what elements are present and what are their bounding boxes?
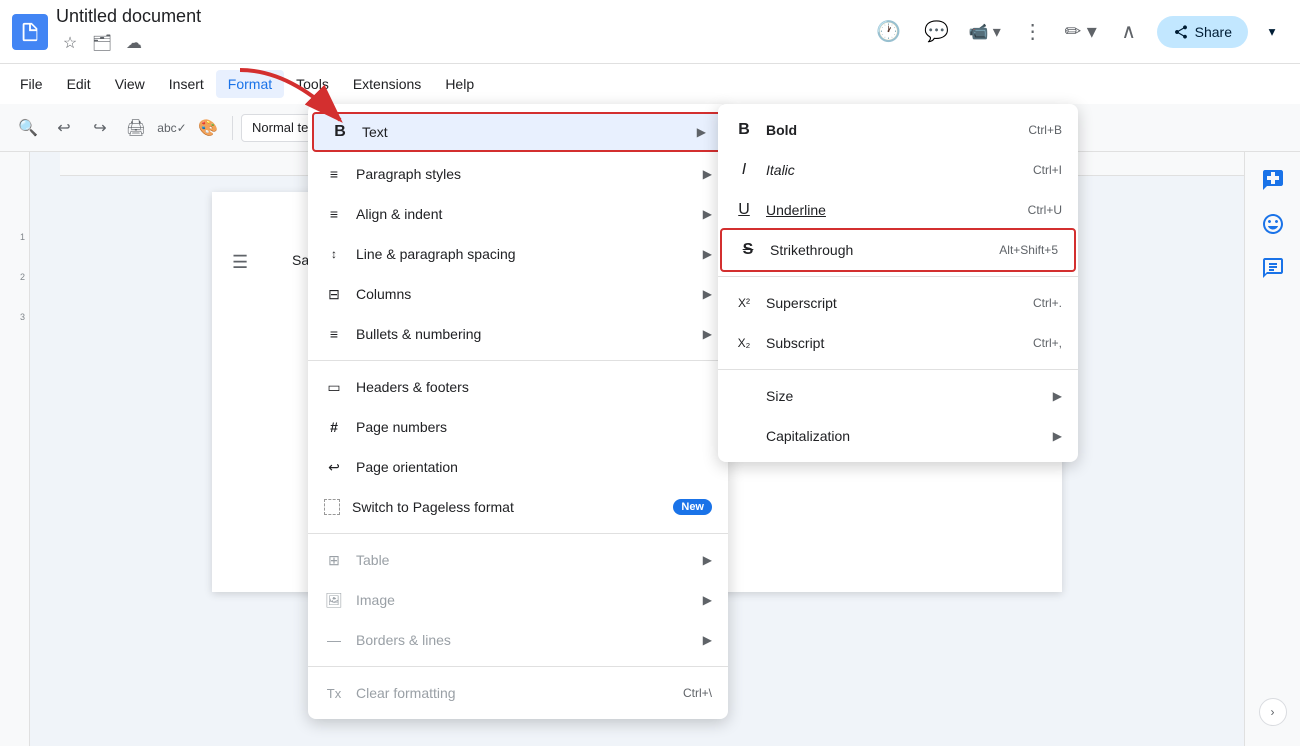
sidebar-spacer: › xyxy=(1245,292,1300,746)
print-button[interactable]: 🖨 xyxy=(120,112,152,144)
doc-page[interactable]: ☰ Sample xyxy=(212,192,1062,592)
share-button[interactable]: Share xyxy=(1157,16,1248,48)
style-select[interactable]: Normal text xyxy=(241,114,342,142)
menu-edit[interactable]: Edit xyxy=(55,70,103,98)
redo-button[interactable]: ↪ xyxy=(84,112,116,144)
toolbar-right: 🕐 💬 📹 ▾ ⋮ ✏ ▾ ∧ Share ▾ xyxy=(869,12,1288,52)
ruler-num-3: 3 xyxy=(20,312,25,322)
font-select[interactable]: Arial xyxy=(359,114,420,142)
collapse-button[interactable]: ∧ xyxy=(1109,12,1149,52)
ruler-num-2: 2 xyxy=(20,272,25,282)
menu-help[interactable]: Help xyxy=(433,70,486,98)
menu-view[interactable]: View xyxy=(103,70,157,98)
top-ruler xyxy=(60,152,1244,176)
menu-insert[interactable]: Insert xyxy=(157,70,216,98)
share-label: Share xyxy=(1195,24,1232,40)
sample-text: Sample xyxy=(292,252,339,268)
share-dropdown-button[interactable]: ▾ xyxy=(1256,16,1288,48)
menu-file[interactable]: File xyxy=(8,70,55,98)
menu-tools[interactable]: Tools xyxy=(284,70,341,98)
divider-1 xyxy=(232,116,233,140)
menu-format[interactable]: Format xyxy=(216,70,284,98)
title-area: Untitled document ☆ 🗂 ☁ xyxy=(56,6,201,57)
star-button[interactable]: ☆ xyxy=(56,29,84,57)
title-icons: ☆ 🗂 ☁ xyxy=(56,29,201,57)
emoji-button[interactable] xyxy=(1253,204,1293,244)
undo-button[interactable]: ↩ xyxy=(48,112,80,144)
image-annotation-button[interactable] xyxy=(1253,248,1293,288)
divider-2 xyxy=(350,116,351,140)
menu-bar: File Edit View Insert Format Tools Exten… xyxy=(0,64,1300,104)
edit-mode-button[interactable]: ✏ ▾ xyxy=(1061,12,1101,52)
divider-3 xyxy=(428,116,429,140)
list-icon: ☰ xyxy=(232,252,248,273)
ruler-num-1: 1 xyxy=(20,232,25,242)
main-area: 1 2 3 ☰ Sample › xyxy=(0,152,1300,746)
menu-extensions[interactable]: Extensions xyxy=(341,70,433,98)
size-select[interactable]: 11 xyxy=(437,114,485,142)
folder-button[interactable]: 🗂 xyxy=(88,29,116,57)
more-button[interactable]: ⋮ xyxy=(1013,12,1053,52)
right-sidebar: › xyxy=(1244,152,1300,746)
search-button[interactable]: 🔍 xyxy=(12,112,44,144)
spellcheck-button[interactable]: abc✓ xyxy=(156,112,188,144)
collapse-sidebar-button[interactable]: › xyxy=(1259,698,1287,726)
app-icon xyxy=(12,14,48,50)
doc-area: ☰ Sample xyxy=(30,152,1244,746)
left-ruler: 1 2 3 xyxy=(0,152,30,746)
add-comment-button[interactable] xyxy=(1253,160,1293,200)
cloud-button[interactable]: ☁ xyxy=(120,29,148,57)
format-paint-button[interactable]: 🎨 xyxy=(192,112,224,144)
title-bar: Untitled document ☆ 🗂 ☁ 🕐 💬 📹 ▾ ⋮ ✏ ▾ ∧ … xyxy=(0,0,1300,64)
chat-button[interactable]: 💬 xyxy=(917,12,957,52)
format-toolbar: 🔍 ↩ ↪ 🖨 abc✓ 🎨 Normal text Arial 11 xyxy=(0,104,1300,152)
history-button[interactable]: 🕐 xyxy=(869,12,909,52)
video-button[interactable]: 📹 ▾ xyxy=(965,12,1005,52)
doc-title[interactable]: Untitled document xyxy=(56,6,201,27)
